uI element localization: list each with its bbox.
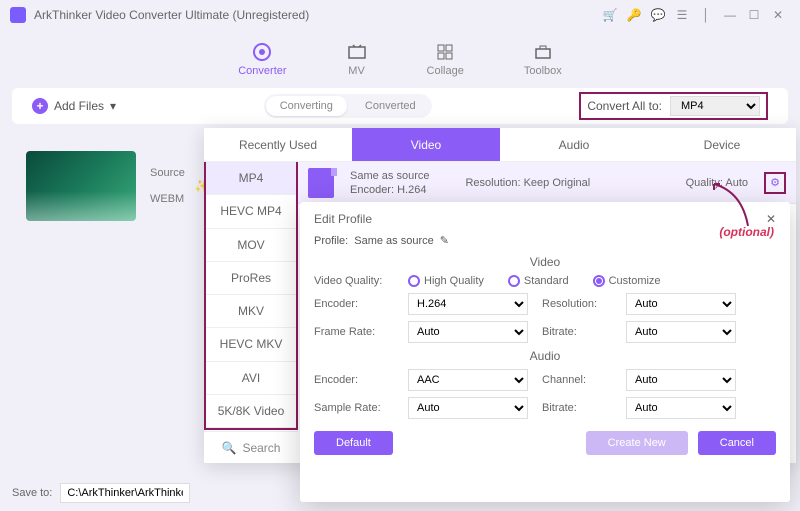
- format-label: WEBM: [150, 193, 185, 205]
- gear-icon[interactable]: ⚙: [764, 172, 786, 194]
- add-files-label: Add Files: [54, 99, 104, 113]
- resolution-label: Resolution:: [542, 298, 612, 310]
- nav-converter[interactable]: Converter: [238, 42, 286, 77]
- close-icon[interactable]: ✕: [766, 3, 790, 27]
- tab-video[interactable]: Video: [352, 128, 500, 162]
- channel-select[interactable]: Auto: [626, 369, 736, 391]
- nav: Converter MV Collage Toolbox: [0, 30, 800, 88]
- samplerate-label: Sample Rate:: [314, 402, 394, 414]
- maximize-icon[interactable]: ☐: [742, 3, 766, 27]
- key-icon[interactable]: 🔑: [622, 3, 646, 27]
- search-bar[interactable]: 🔍 Search: [204, 431, 298, 463]
- default-button[interactable]: Default: [314, 431, 393, 455]
- search-label: Search: [242, 441, 280, 455]
- bitrate-select[interactable]: Auto: [626, 321, 736, 343]
- encoder-select[interactable]: H.264: [408, 293, 528, 315]
- menu-icon[interactable]: ☰: [670, 3, 694, 27]
- video-section-label: Video: [314, 255, 776, 269]
- titlebar: ArkThinker Video Converter Ultimate (Unr…: [0, 0, 800, 30]
- format-hevcmkv[interactable]: HEVC MKV: [206, 328, 296, 361]
- format-prores[interactable]: ProRes: [206, 262, 296, 295]
- radio-customize[interactable]: Customize: [593, 275, 661, 287]
- format-mov[interactable]: MOV: [206, 229, 296, 262]
- preset-format-icon: [308, 168, 334, 198]
- tab-audio[interactable]: Audio: [500, 128, 648, 162]
- plus-icon: +: [32, 98, 48, 114]
- convert-all-label: Convert All to:: [587, 99, 662, 113]
- samplerate-select[interactable]: Auto: [408, 397, 528, 419]
- radio-high-quality[interactable]: High Quality: [408, 275, 484, 287]
- save-path-input[interactable]: [60, 483, 190, 503]
- framerate-label: Frame Rate:: [314, 326, 394, 338]
- cancel-button[interactable]: Cancel: [698, 431, 776, 455]
- video-quality-radios: High Quality Standard Customize: [408, 275, 736, 287]
- convert-all-to: Convert All to: MP4: [579, 92, 768, 120]
- divider-icon: │: [694, 3, 718, 27]
- chevron-down-icon: ▾: [110, 99, 116, 113]
- preset-name: Same as source: [350, 170, 429, 182]
- edit-profile-title: Edit Profile: [314, 212, 372, 226]
- channel-label: Channel:: [542, 374, 612, 386]
- framerate-select[interactable]: Auto: [408, 321, 528, 343]
- app-logo-icon: [10, 7, 26, 23]
- encoder-label: Encoder:: [314, 298, 394, 310]
- audio-encoder-select[interactable]: AAC: [408, 369, 528, 391]
- preset-encoder: Encoder: H.264: [350, 184, 429, 196]
- radio-standard[interactable]: Standard: [508, 275, 569, 287]
- tab-device[interactable]: Device: [648, 128, 796, 162]
- preset-resolution: Resolution: Keep Original: [465, 177, 590, 189]
- format-mp4[interactable]: MP4: [206, 162, 296, 195]
- create-new-button[interactable]: Create New: [586, 431, 688, 455]
- seg-converting[interactable]: Converting: [266, 96, 347, 116]
- bitrate-label: Bitrate:: [542, 326, 612, 338]
- nav-collage-label: Collage: [427, 65, 464, 77]
- toolbox-icon: [533, 42, 553, 62]
- edit-pencil-icon[interactable]: ✎: [440, 234, 449, 247]
- edit-profile-dialog: Edit Profile ✕ Profile: Same as source ✎…: [300, 202, 790, 502]
- optional-annotation: (optional): [719, 225, 774, 239]
- audio-section-label: Audio: [314, 349, 776, 363]
- save-to-bar: Save to:: [12, 483, 190, 503]
- status-segment: Converting Converted: [264, 94, 432, 118]
- format-list: MP4 HEVC MP4 MOV ProRes MKV HEVC MKV AVI…: [204, 162, 298, 430]
- audio-bitrate-label: Bitrate:: [542, 402, 612, 414]
- annotation-arrow-icon: [712, 182, 752, 228]
- format-hevcmp4[interactable]: HEVC MP4: [206, 195, 296, 228]
- format-avi[interactable]: AVI: [206, 362, 296, 395]
- nav-mv-label: MV: [348, 65, 365, 77]
- tab-recent[interactable]: Recently Used: [204, 128, 352, 162]
- mainbar: + Add Files ▾ Converting Converted Conve…: [12, 88, 788, 124]
- add-files-button[interactable]: + Add Files ▾: [32, 98, 116, 114]
- source-label: Source: [150, 167, 185, 179]
- video-quality-label: Video Quality:: [314, 275, 394, 287]
- format-5k8k[interactable]: 5K/8K Video: [206, 395, 296, 428]
- format-mkv[interactable]: MKV: [206, 295, 296, 328]
- resolution-select[interactable]: Auto: [626, 293, 736, 315]
- window-title: ArkThinker Video Converter Ultimate (Unr…: [34, 8, 598, 22]
- minimize-icon[interactable]: —: [718, 3, 742, 27]
- cart-icon[interactable]: 🛒: [598, 3, 622, 27]
- video-thumbnail[interactable]: [26, 151, 136, 221]
- chat-icon[interactable]: 💬: [646, 3, 670, 27]
- nav-mv[interactable]: MV: [347, 42, 367, 77]
- nav-toolbox[interactable]: Toolbox: [524, 42, 562, 77]
- seg-converted[interactable]: Converted: [351, 96, 430, 116]
- collage-icon: [435, 42, 455, 62]
- nav-collage[interactable]: Collage: [427, 42, 464, 77]
- converter-icon: [252, 42, 272, 62]
- profile-label: Profile:: [314, 235, 348, 247]
- audio-bitrate-select[interactable]: Auto: [626, 397, 736, 419]
- search-icon: 🔍: [222, 441, 237, 455]
- profile-value: Same as source: [354, 235, 433, 247]
- dialog-close-icon[interactable]: ✕: [766, 212, 776, 226]
- mv-icon: [347, 42, 367, 62]
- save-to-label: Save to:: [12, 487, 52, 499]
- audio-encoder-label: Encoder:: [314, 374, 394, 386]
- nav-converter-label: Converter: [238, 65, 286, 77]
- convert-all-select[interactable]: MP4: [670, 96, 760, 116]
- nav-toolbox-label: Toolbox: [524, 65, 562, 77]
